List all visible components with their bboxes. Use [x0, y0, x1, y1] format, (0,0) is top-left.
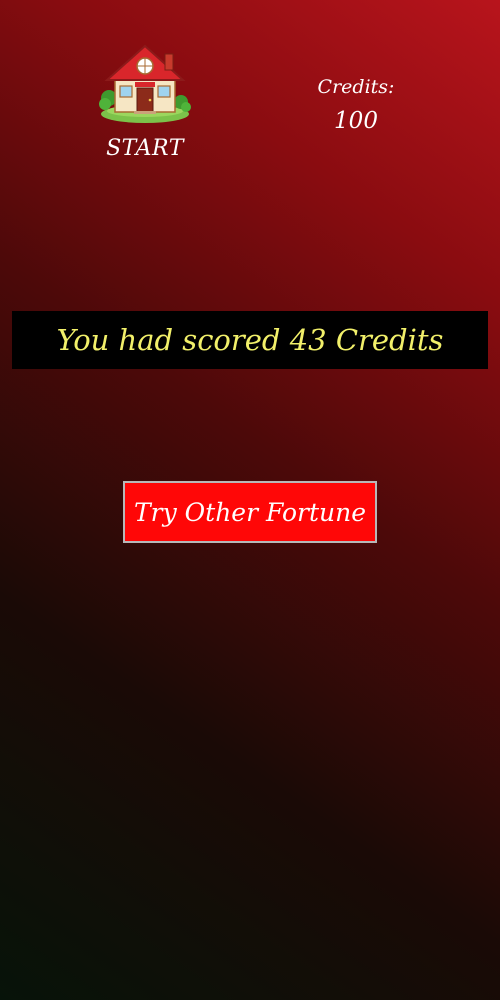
- start-home-button[interactable]: START: [95, 38, 195, 168]
- credits-label: Credits:: [317, 76, 395, 98]
- credits-value: 100: [334, 108, 378, 134]
- score-banner: You had scored 43 Credits: [12, 311, 488, 369]
- score-text: You had scored 43 Credits: [56, 323, 444, 357]
- house-icon: [99, 44, 191, 123]
- try-other-fortune-button[interactable]: Try Other Fortune: [123, 481, 377, 543]
- start-label: START: [106, 136, 184, 161]
- credits-display: Credits: 100: [300, 76, 412, 134]
